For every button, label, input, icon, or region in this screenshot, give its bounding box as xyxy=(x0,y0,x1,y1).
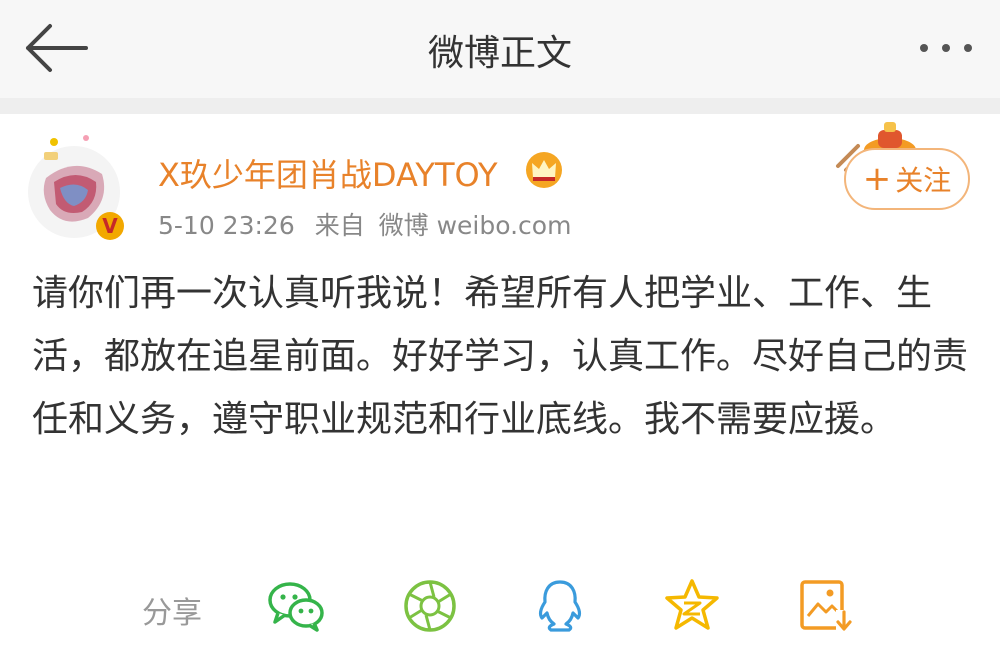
top-bar: 微博正文 xyxy=(0,0,1000,98)
svg-text:V: V xyxy=(102,214,118,238)
author-name[interactable]: X玖少年团肖战DAYTOY xyxy=(158,150,498,196)
post-text: 请你们再一次认真听我说！希望所有人把学业、工作、生活，都放在追星前面。好好学习，… xyxy=(32,273,969,440)
share-label: 分享 xyxy=(142,596,202,631)
post-source: 微博 weibo.com xyxy=(378,211,572,240)
qzone-icon[interactable] xyxy=(662,578,722,634)
avatar[interactable]: V xyxy=(24,130,128,242)
save-image-icon[interactable] xyxy=(796,578,856,634)
more-dots-icon[interactable] xyxy=(914,20,978,76)
post-time: 5-10 23:26 xyxy=(158,211,295,240)
wechat-icon[interactable] xyxy=(266,578,326,634)
post-meta: 5-10 23:26 来自 微博 weibo.com xyxy=(158,206,571,242)
follow-label: 关注 xyxy=(895,164,952,197)
source-prefix: 来自 xyxy=(314,211,365,240)
page-title: 微博正文 xyxy=(427,33,572,74)
section-divider xyxy=(0,98,1000,114)
follow-button[interactable]: + 关注 xyxy=(844,148,970,210)
plus-icon: + xyxy=(862,159,892,199)
qq-icon[interactable] xyxy=(530,578,590,634)
moments-icon[interactable] xyxy=(400,578,460,634)
crown-icon xyxy=(524,150,564,190)
